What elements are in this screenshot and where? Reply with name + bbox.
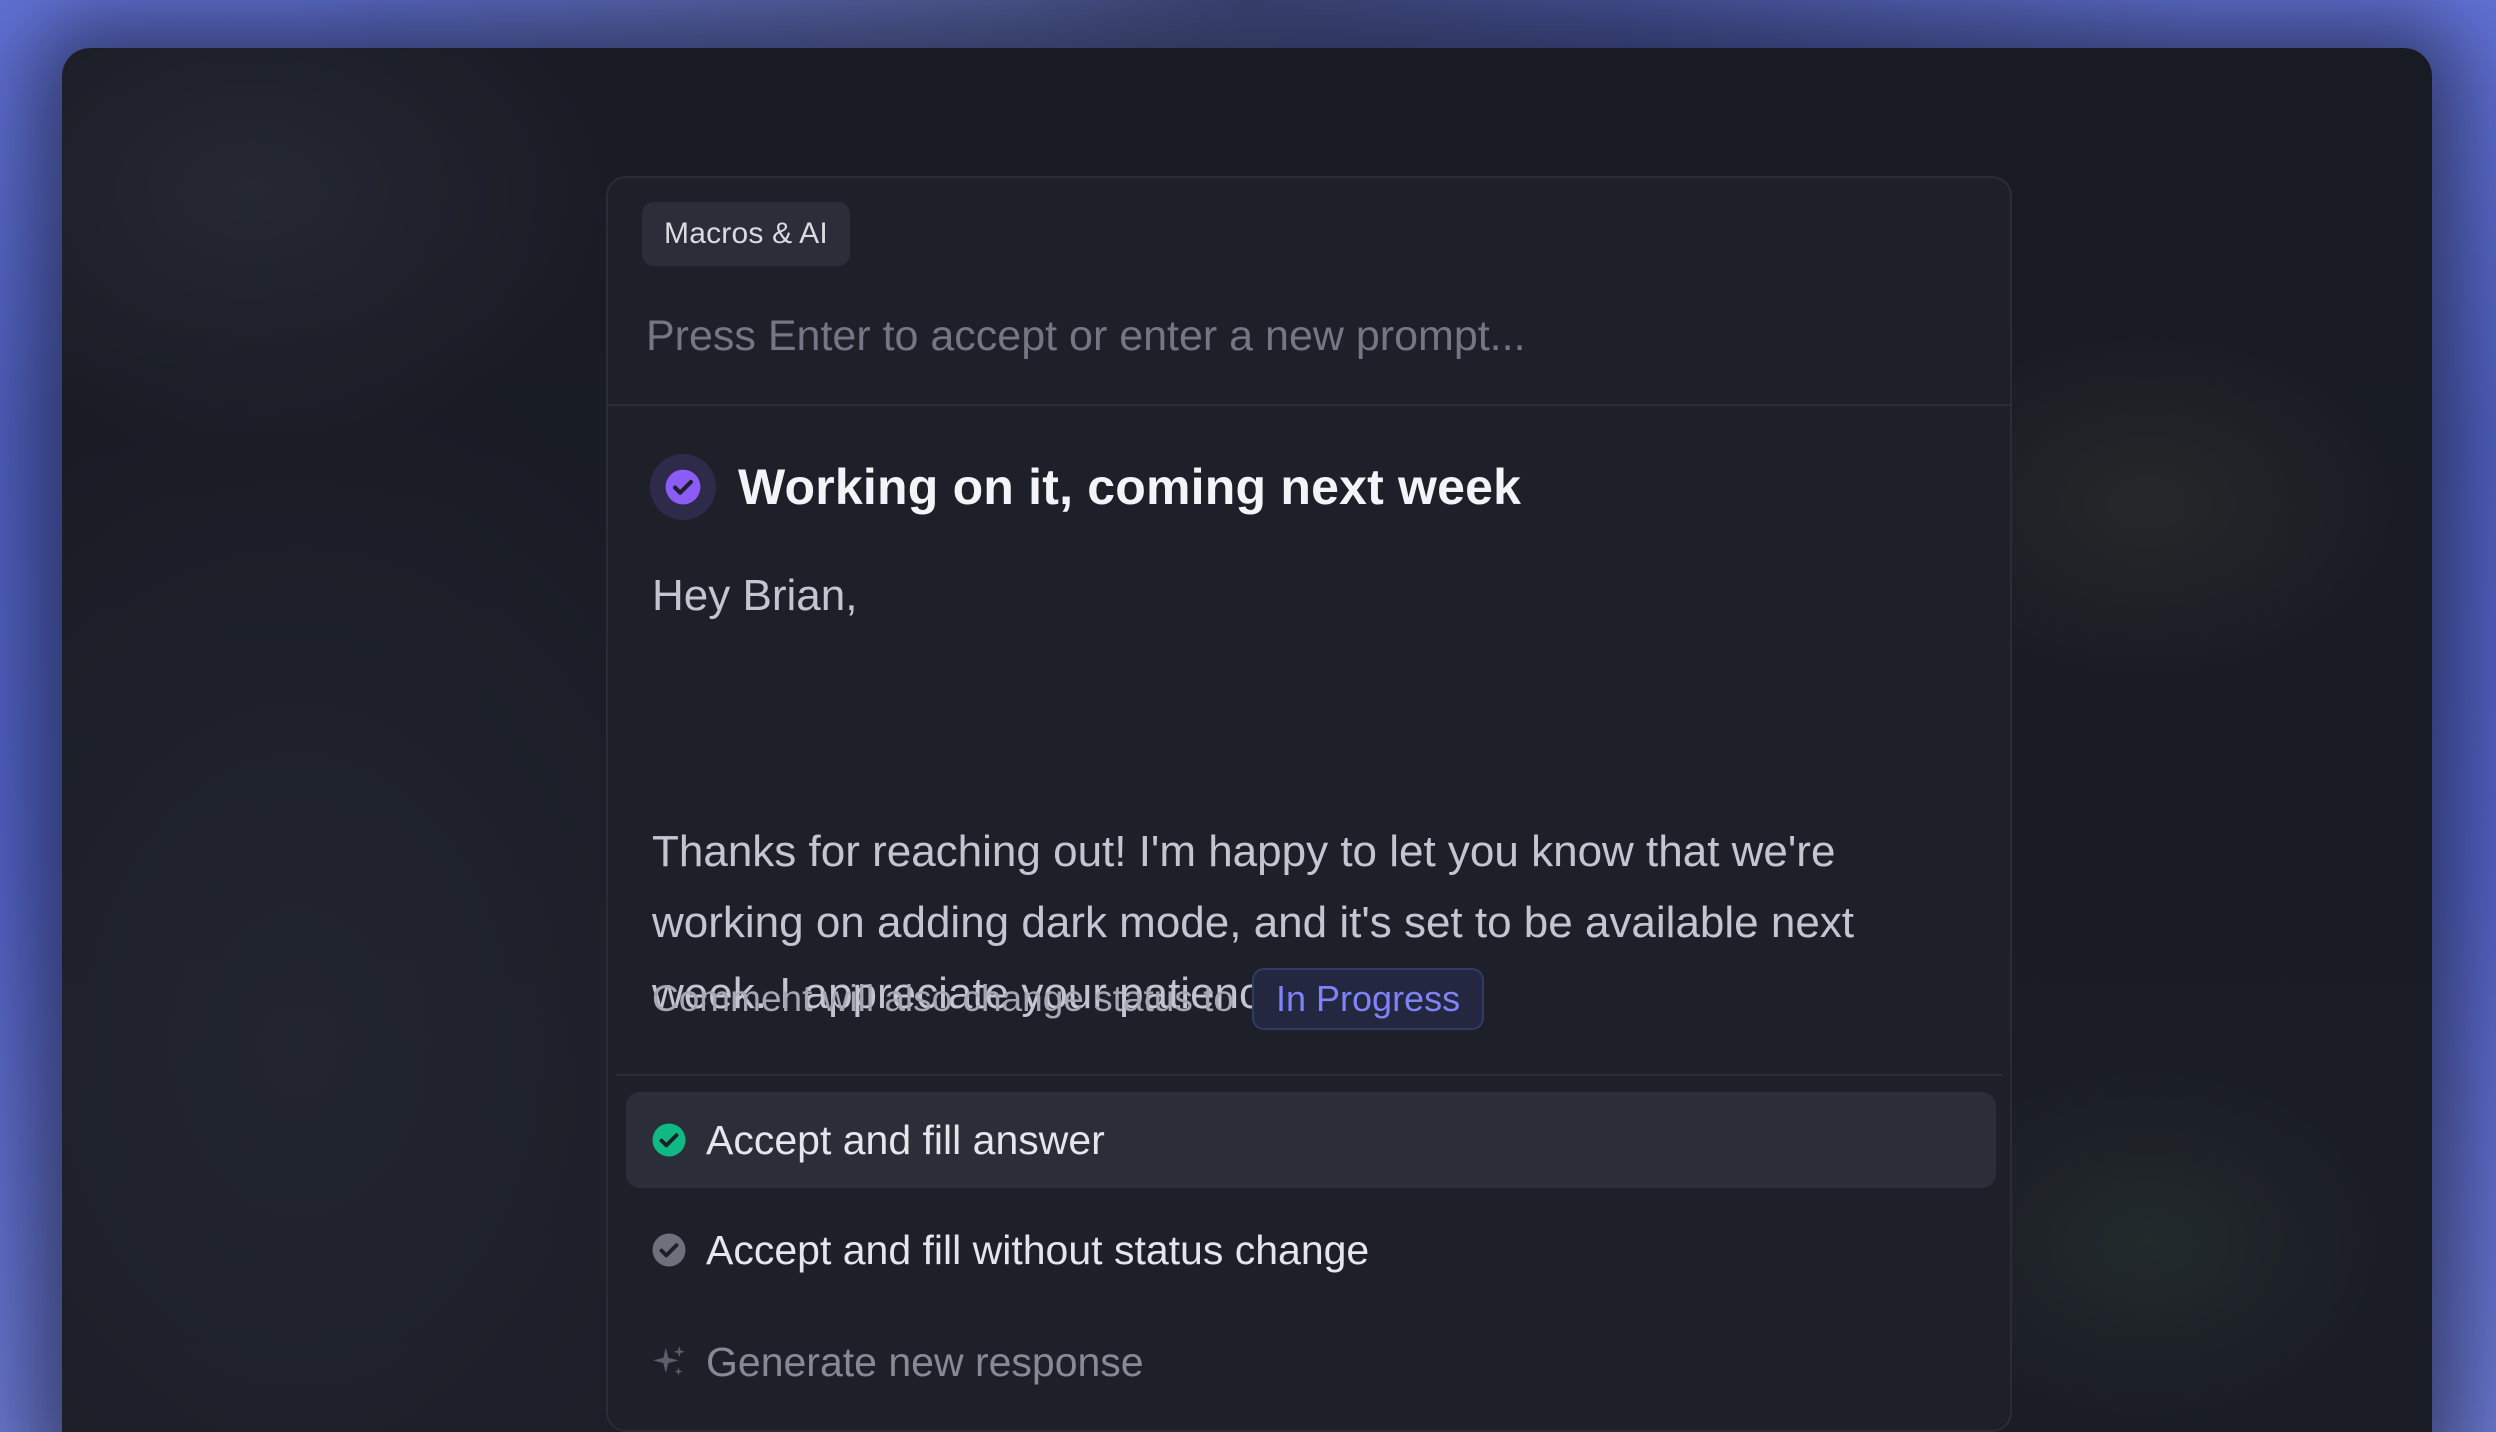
prompt-input[interactable] — [646, 306, 1966, 366]
tag-label: Macros & AI — [664, 217, 828, 250]
suggestion-title-row: Working on it, coming next week — [650, 454, 1521, 520]
divider — [608, 404, 2010, 406]
status-change-label: Comment will also change status to — [652, 978, 1234, 1019]
option-label: Accept and fill without status change — [706, 1226, 1370, 1273]
ai-suggestion-panel: Macros & AI Working on it, coming next w… — [606, 176, 2012, 1432]
option-label: Generate new response — [706, 1338, 1144, 1385]
suggestion-title: Working on it, coming next week — [738, 459, 1522, 515]
status-change-row: Comment will also change status to In Pr… — [652, 968, 1485, 1030]
macros-ai-tag[interactable]: Macros & AI — [642, 202, 850, 266]
app-window: Macros & AI Working on it, coming next w… — [62, 48, 2432, 1432]
generate-new-response-option[interactable]: Generate new response — [626, 1314, 1996, 1410]
accept-and-fill-option[interactable]: Accept and fill answer — [626, 1092, 1996, 1188]
check-circle-icon — [650, 1231, 688, 1269]
accept-without-status-option[interactable]: Accept and fill without status change — [626, 1202, 1996, 1298]
check-circle-icon — [650, 454, 716, 520]
status-badge[interactable]: In Progress — [1252, 968, 1485, 1030]
sparkle-icon — [650, 1343, 688, 1381]
option-label: Accept and fill answer — [706, 1116, 1105, 1163]
divider — [616, 1074, 2002, 1076]
check-circle-icon — [650, 1121, 688, 1159]
reply-greeting: Hey Brian, — [652, 571, 858, 620]
